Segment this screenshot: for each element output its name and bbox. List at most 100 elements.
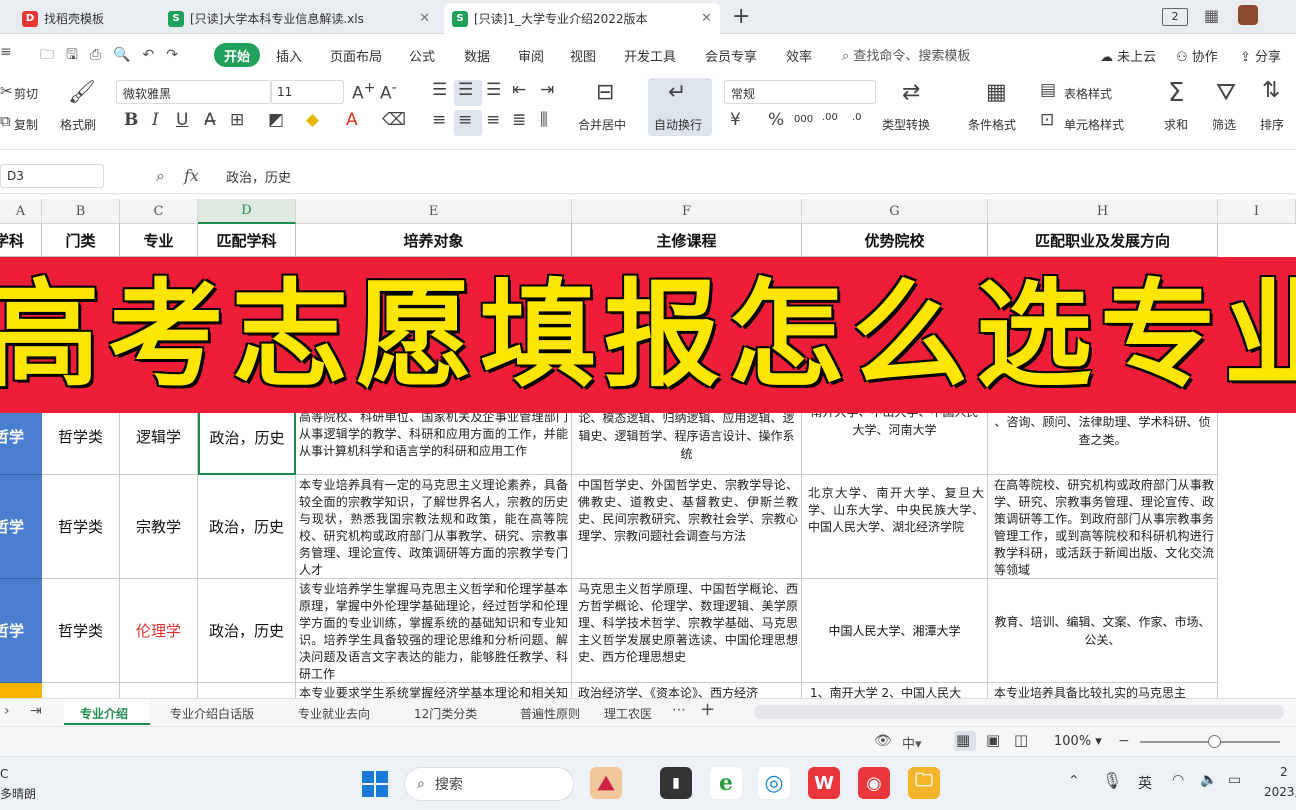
weather-desc[interactable]: 多晴朗 bbox=[0, 785, 36, 802]
tab-start[interactable]: 开始 bbox=[214, 43, 260, 67]
training-target-cell[interactable]: 本专业要求学生系统掌握经济学基本理论和相关知识 bbox=[296, 683, 572, 698]
conditional-format-button[interactable]: 条件格式 bbox=[968, 116, 1016, 133]
more-sheets-icon[interactable]: ⋯ bbox=[672, 702, 686, 718]
tab-spreadsheet-2[interactable]: S [只读]1_大学专业介绍2022版本 ✕ bbox=[444, 3, 720, 34]
function-icon[interactable]: fx bbox=[184, 166, 199, 185]
horizontal-scrollbar[interactable] bbox=[754, 705, 1284, 719]
italic-icon[interactable]: I bbox=[152, 110, 159, 130]
justify-icon[interactable]: ≣ bbox=[512, 110, 526, 130]
align-top-icon[interactable]: ☰ bbox=[432, 80, 447, 100]
universities-cell[interactable]: 北京大学、南开大学、复旦大学、山东大学、中央民族大学、中国人民大学、湖北经济学院 bbox=[802, 475, 988, 579]
column-header[interactable]: F bbox=[572, 199, 802, 224]
career-cell[interactable]: 本专业培养具备比较扎实的马克思主 bbox=[988, 683, 1218, 698]
subject-cell[interactable]: 哲学 bbox=[0, 475, 42, 579]
column-header[interactable]: B bbox=[42, 199, 120, 224]
page-break-view-icon[interactable]: ◫ bbox=[1014, 731, 1028, 749]
close-icon[interactable]: ✕ bbox=[701, 11, 712, 26]
tab-spreadsheet-1[interactable]: S [只读]大学本科专业信息解读.xls ✕ bbox=[160, 3, 438, 34]
browser-e-icon[interactable]: e bbox=[710, 767, 742, 799]
new-tab-button[interactable]: + bbox=[732, 4, 750, 29]
add-sheet-icon[interactable]: + bbox=[700, 699, 715, 720]
underline-icon[interactable]: U bbox=[176, 110, 188, 130]
column-header[interactable]: A bbox=[0, 199, 42, 224]
hamburger-icon[interactable]: ≡ bbox=[0, 44, 12, 60]
eye-protection-icon[interactable]: 👁 bbox=[874, 733, 892, 749]
zoom-slider-thumb[interactable] bbox=[1208, 735, 1221, 748]
sort-icon[interactable]: ⇅ bbox=[1262, 78, 1280, 103]
scissors-icon[interactable]: ✂ bbox=[0, 82, 13, 100]
page-layout-view-icon[interactable]: ▣ bbox=[986, 731, 1000, 749]
header-cell[interactable]: 学科 bbox=[0, 224, 42, 257]
copy-icon[interactable]: ⧉ bbox=[0, 112, 11, 130]
menu-view[interactable]: 视图 bbox=[570, 46, 596, 65]
menu-member[interactable]: 会员专享 bbox=[705, 46, 757, 65]
cell-style-icon[interactable]: ⊡ bbox=[1040, 110, 1054, 130]
menu-data[interactable]: 数据 bbox=[464, 46, 490, 65]
fill-style-icon[interactable]: ◩ bbox=[268, 110, 284, 130]
sheet-tab-stem-agri-med[interactable]: 理工农医 bbox=[604, 705, 652, 722]
ime-indicator[interactable]: 英 bbox=[1138, 773, 1152, 793]
fill-color-icon[interactable]: ◆ bbox=[306, 110, 319, 130]
formula-input[interactable]: 政治，历史 bbox=[226, 167, 291, 186]
universities-cell[interactable]: 中国人民大学、湘潭大学 bbox=[802, 579, 988, 683]
major-cell[interactable]: 宗教学 bbox=[120, 475, 198, 579]
header-cell[interactable]: 匹配学科 bbox=[198, 224, 296, 257]
menu-review[interactable]: 审阅 bbox=[518, 46, 544, 65]
font-size-select[interactable]: 11 bbox=[270, 80, 344, 104]
increase-decimal-icon[interactable]: .00 bbox=[822, 112, 838, 123]
subject-cell[interactable]: 哲学 bbox=[0, 579, 42, 683]
zoom-out-icon[interactable]: − bbox=[1118, 733, 1130, 749]
edge-icon[interactable]: ◎ bbox=[758, 767, 790, 799]
indent-increase-icon[interactable]: ⇥ bbox=[540, 80, 554, 100]
mountain-app-icon[interactable]: ⛰ bbox=[590, 767, 622, 799]
sheet-tab-major-intro[interactable]: 专业介绍 bbox=[80, 705, 128, 722]
clock-time[interactable]: 2 bbox=[1280, 765, 1288, 779]
menu-efficiency[interactable]: 效率 bbox=[786, 46, 812, 65]
wps-icon[interactable]: W bbox=[808, 767, 840, 799]
subject-cell[interactable] bbox=[0, 683, 42, 698]
wrap-text-icon[interactable]: ↵ bbox=[668, 80, 686, 105]
battery-icon[interactable]: ▭ bbox=[1228, 772, 1241, 788]
font-name-select[interactable]: 微软雅黑 bbox=[116, 80, 272, 104]
table-style-button[interactable]: 表格样式 bbox=[1064, 85, 1112, 102]
training-target-cell[interactable]: 本专业培养具有一定的马克思主义理论素养，具备较全面的宗教学知识，了解世界名人，宗… bbox=[296, 475, 572, 579]
filter-button[interactable]: 筛选 bbox=[1212, 116, 1236, 133]
cell-style-button[interactable]: 单元格样式 bbox=[1064, 116, 1124, 133]
cloud-status[interactable]: ☁ 未上云 bbox=[1100, 46, 1156, 65]
tray-expand-icon[interactable]: ⌃ bbox=[1068, 773, 1080, 789]
zoom-search-icon[interactable]: ⌕ bbox=[156, 166, 165, 186]
distribute-icon[interactable]: ⫼ bbox=[540, 110, 548, 130]
column-header[interactable]: C bbox=[120, 199, 198, 224]
career-cell[interactable]: 教育、培训、编辑、文案、作家、市场、公关、 bbox=[988, 579, 1218, 683]
file-explorer-icon[interactable]: 🗀 bbox=[908, 767, 940, 799]
currency-icon[interactable]: ¥ bbox=[730, 110, 741, 130]
volume-icon[interactable]: 🔈 bbox=[1200, 772, 1217, 788]
career-cell[interactable]: 在高等院校、研究机构或政府部门从事教学、研究、宗教事务管理、理论宣传、政策调研等… bbox=[988, 475, 1218, 579]
cut-button[interactable]: 剪切 bbox=[14, 85, 38, 102]
decrease-decimal-icon[interactable]: .0 bbox=[852, 112, 862, 123]
column-header-selected[interactable]: D bbox=[198, 199, 296, 224]
category-cell[interactable]: 哲学类 bbox=[42, 579, 120, 683]
align-bottom-icon[interactable]: ☰ bbox=[486, 80, 501, 100]
sum-icon[interactable]: Σ bbox=[1168, 78, 1184, 108]
wifi-icon[interactable]: ◠ bbox=[1172, 772, 1184, 788]
sheet-tab-12-categories[interactable]: 12门类分类 bbox=[414, 705, 477, 722]
align-center-icon[interactable]: ≡ bbox=[458, 110, 472, 130]
microphone-icon[interactable]: 🎙 bbox=[1102, 771, 1122, 790]
header-cell[interactable]: 门类 bbox=[42, 224, 120, 257]
major-cell[interactable]: 伦理学 bbox=[120, 579, 198, 683]
table-style-icon[interactable]: ▤ bbox=[1040, 80, 1056, 100]
avatar[interactable] bbox=[1238, 5, 1258, 25]
clock-date[interactable]: 2023, bbox=[1264, 785, 1296, 799]
column-header[interactable]: I bbox=[1218, 199, 1296, 224]
courses-cell[interactable]: 中国哲学史、外国哲学史、宗教学导论、佛教史、道教史、基督教史、伊斯兰教史、民间宗… bbox=[572, 475, 802, 579]
close-icon[interactable]: ✕ bbox=[419, 11, 430, 26]
grow-font-icon[interactable]: A+ bbox=[352, 80, 376, 104]
category-cell[interactable]: 哲学类 bbox=[42, 475, 120, 579]
training-target-cell[interactable]: 该专业培养学生掌握马克思主义哲学和伦理学基本原理，掌握中外伦理学基础理论，经过哲… bbox=[296, 579, 572, 683]
menu-insert[interactable]: 插入 bbox=[276, 46, 302, 65]
courses-cell[interactable]: 马克思主义哲学原理、中国哲学概论、西方哲学概论、伦理学、数理逻辑、美学原理、科学… bbox=[572, 579, 802, 683]
share-button[interactable]: ⇪ 分享 bbox=[1240, 46, 1281, 65]
bold-icon[interactable]: B bbox=[124, 110, 138, 130]
thousands-icon[interactable]: 000 bbox=[794, 114, 813, 125]
